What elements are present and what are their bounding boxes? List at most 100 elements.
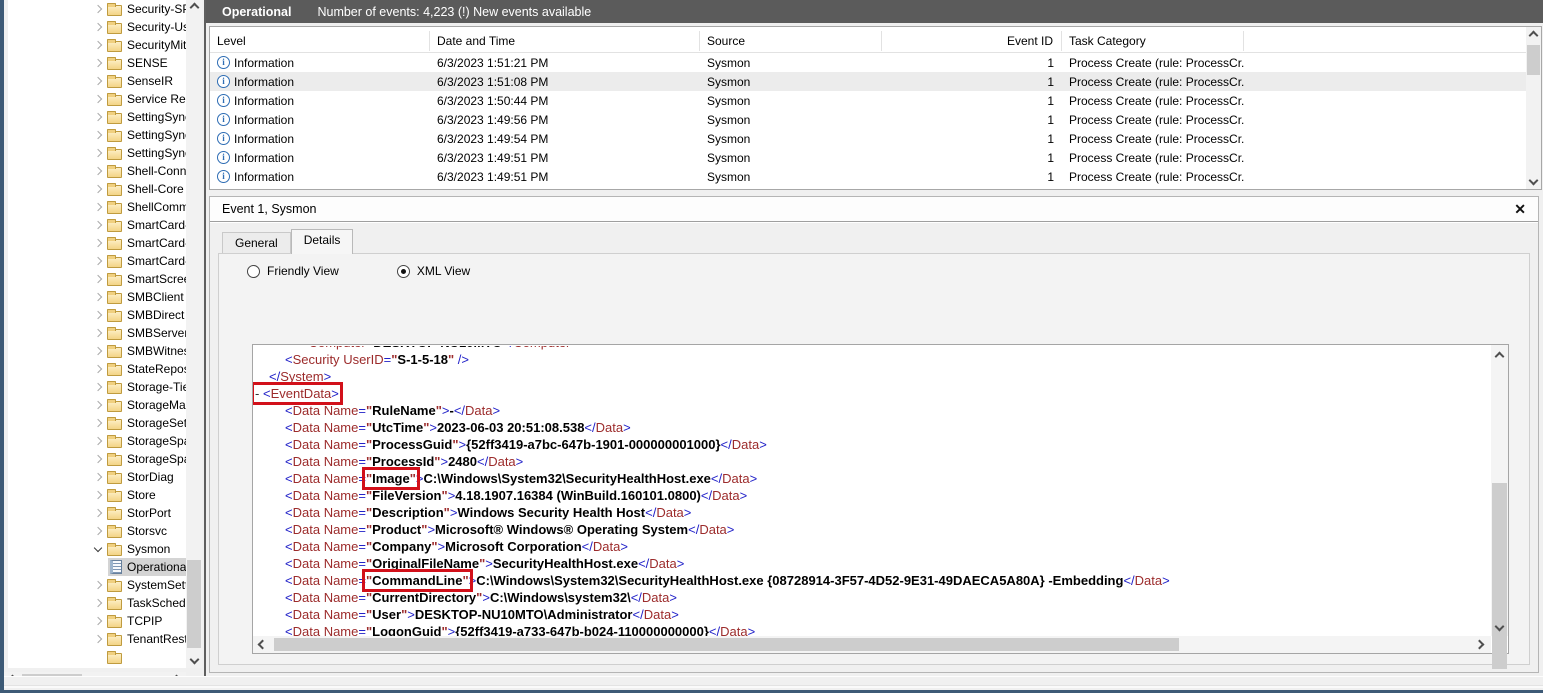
tree-item-smbclient[interactable]: SMBClient xyxy=(8,288,186,306)
table-row[interactable]: iInformation6/3/2023 1:50:44 PMSysmon1Pr… xyxy=(210,91,1541,110)
tree-item-storagespaces[interactable]: StorageSpaces xyxy=(8,450,186,468)
tree-item-shell-core[interactable]: Shell-Core xyxy=(8,180,186,198)
chevron-right-icon[interactable] xyxy=(91,402,105,408)
scroll-up-icon[interactable] xyxy=(1526,28,1541,43)
tree-item-securitymitiga[interactable]: SecurityMitiga xyxy=(8,36,186,54)
table-row[interactable]: iInformation6/3/2023 1:49:54 PMSysmon1Pr… xyxy=(210,129,1541,148)
event-list-scroll-thumb[interactable] xyxy=(1527,45,1540,75)
chevron-right-icon[interactable] xyxy=(91,510,105,516)
tree-item-smbdirect[interactable]: SMBDirect xyxy=(8,306,186,324)
chevron-right-icon[interactable] xyxy=(91,186,105,192)
chevron-right-icon[interactable] xyxy=(91,312,105,318)
chevron-right-icon[interactable] xyxy=(91,456,105,462)
tree-item-smartcard-de[interactable]: SmartCard-De xyxy=(8,234,186,252)
chevron-right-icon[interactable] xyxy=(91,114,105,120)
chevron-right-icon[interactable] xyxy=(91,366,105,372)
sidebar-scroll-thumb[interactable] xyxy=(187,560,201,648)
chevron-right-icon[interactable] xyxy=(91,600,105,606)
chevron-right-icon[interactable] xyxy=(91,168,105,174)
tree-item-partial[interactable] xyxy=(8,648,186,666)
tree-item-smartcard-au[interactable]: SmartCard-Au xyxy=(8,216,186,234)
radio-selected-icon[interactable] xyxy=(397,265,410,278)
column-header-level[interactable]: Level xyxy=(210,31,430,51)
tree-item-storagemanag[interactable]: StorageManag xyxy=(8,396,186,414)
xml-content[interactable]: <Computer>DESKTOP-NU10MTO</Computer><Sec… xyxy=(253,345,1491,636)
tree-item-taskscheduler[interactable]: TaskScheduler xyxy=(8,594,186,612)
column-header-source[interactable]: Source xyxy=(700,31,882,51)
chevron-right-icon[interactable] xyxy=(91,492,105,498)
pane-splitter[interactable] xyxy=(204,0,206,688)
tree-item-shellcommon[interactable]: ShellCommon xyxy=(8,198,186,216)
table-row[interactable]: iInformation6/3/2023 1:49:51 PMSysmon1Pr… xyxy=(210,167,1541,186)
table-row[interactable]: iInformation6/3/2023 1:49:51 PMSysmon1Pr… xyxy=(210,148,1541,167)
tree-item-security-spp-u[interactable]: Security-SPP-U xyxy=(8,0,186,18)
tree-item-stordiag[interactable]: StorDiag xyxy=(8,468,186,486)
xml-horizontal-scrollbar[interactable] xyxy=(253,636,1491,653)
chevron-right-icon[interactable] xyxy=(91,204,105,210)
chevron-right-icon[interactable] xyxy=(91,258,105,264)
tree-item-sysmon[interactable]: Sysmon xyxy=(8,540,186,558)
chevron-right-icon[interactable] xyxy=(91,420,105,426)
radio-unselected-icon[interactable] xyxy=(247,265,260,278)
tree-item-storport[interactable]: StorPort xyxy=(8,504,186,522)
scroll-up-icon[interactable] xyxy=(1491,349,1508,364)
chevron-right-icon[interactable] xyxy=(91,330,105,336)
table-row[interactable]: iInformation6/3/2023 1:51:21 PMSysmon1Pr… xyxy=(210,53,1541,72)
tree-item-store[interactable]: Store xyxy=(8,486,186,504)
chevron-right-icon[interactable] xyxy=(91,276,105,282)
tree-item-sense[interactable]: SENSE xyxy=(8,54,186,72)
tree-item-storage-tierin[interactable]: Storage-Tierin xyxy=(8,378,186,396)
tree-item-tcpip[interactable]: TCPIP xyxy=(8,612,186,630)
chevron-right-icon[interactable] xyxy=(91,438,105,444)
column-header-date-time[interactable]: Date and Time xyxy=(430,31,700,51)
chevron-right-icon[interactable] xyxy=(91,528,105,534)
chevron-right-icon[interactable] xyxy=(91,150,105,156)
chevron-right-icon[interactable] xyxy=(91,582,105,588)
sidebar-vertical-scrollbar[interactable] xyxy=(186,0,202,668)
friendly-view-radio[interactable]: Friendly View xyxy=(247,264,339,278)
scroll-down-icon[interactable] xyxy=(1526,173,1541,188)
tree-item-service-report[interactable]: Service Report xyxy=(8,90,186,108)
chevron-right-icon[interactable] xyxy=(91,294,105,300)
chevron-down-icon[interactable] xyxy=(91,547,105,551)
table-row[interactable]: iInformation6/3/2023 1:51:08 PMSysmon1Pr… xyxy=(210,72,1541,91)
scroll-up-icon[interactable] xyxy=(186,0,202,15)
xml-scroll-thumb[interactable] xyxy=(1492,483,1507,669)
tree-item-staterepositor[interactable]: StateRepositor xyxy=(8,360,186,378)
chevron-right-icon[interactable] xyxy=(91,6,105,12)
chevron-right-icon[interactable] xyxy=(91,474,105,480)
chevron-right-icon[interactable] xyxy=(91,78,105,84)
scroll-down-icon[interactable] xyxy=(1491,619,1508,634)
chevron-right-icon[interactable] xyxy=(91,384,105,390)
chevron-right-icon[interactable] xyxy=(91,42,105,48)
tree-item-storagespaces[interactable]: StorageSpaces xyxy=(8,432,186,450)
scroll-down-icon[interactable] xyxy=(186,652,202,667)
tab-details[interactable]: Details xyxy=(291,229,354,254)
tree-item-settingsync-a[interactable]: SettingSync-A xyxy=(8,126,186,144)
xml-hscroll-thumb[interactable] xyxy=(274,638,1179,651)
chevron-right-icon[interactable] xyxy=(91,24,105,30)
xml-vertical-scrollbar[interactable] xyxy=(1491,345,1508,636)
tree-item-tenantrestricti[interactable]: TenantRestricti xyxy=(8,630,186,648)
tree-item-smartcard-tpi[interactable]: SmartCard-TPI xyxy=(8,252,186,270)
tree-item-senseir[interactable]: SenseIR xyxy=(8,72,186,90)
chevron-right-icon[interactable] xyxy=(91,618,105,624)
tree-item-smartscreen[interactable]: SmartScreen xyxy=(8,270,186,288)
chevron-right-icon[interactable] xyxy=(91,96,105,102)
chevron-right-icon[interactable] xyxy=(91,222,105,228)
scroll-left-icon[interactable] xyxy=(258,640,268,650)
tree-item-storagesetting[interactable]: StorageSetting xyxy=(8,414,186,432)
chevron-right-icon[interactable] xyxy=(91,132,105,138)
chevron-right-icon[interactable] xyxy=(91,348,105,354)
tree-item-operational[interactable]: Operational xyxy=(8,558,186,576)
tree-item-shell-connect[interactable]: Shell-Connect xyxy=(8,162,186,180)
tree-item-security-userc[interactable]: Security-UserC xyxy=(8,18,186,36)
tree-item-storsvc[interactable]: Storsvc xyxy=(8,522,186,540)
tree-item-systemsetting[interactable]: SystemSetting xyxy=(8,576,186,594)
chevron-right-icon[interactable] xyxy=(91,60,105,66)
close-icon[interactable]: ✕ xyxy=(1514,201,1526,218)
table-row[interactable]: iInformation6/3/2023 1:49:56 PMSysmon1Pr… xyxy=(210,110,1541,129)
event-list-vertical-scrollbar[interactable] xyxy=(1526,27,1541,189)
tree-item-smbserver[interactable]: SMBServer xyxy=(8,324,186,342)
tab-general[interactable]: General xyxy=(222,232,291,254)
